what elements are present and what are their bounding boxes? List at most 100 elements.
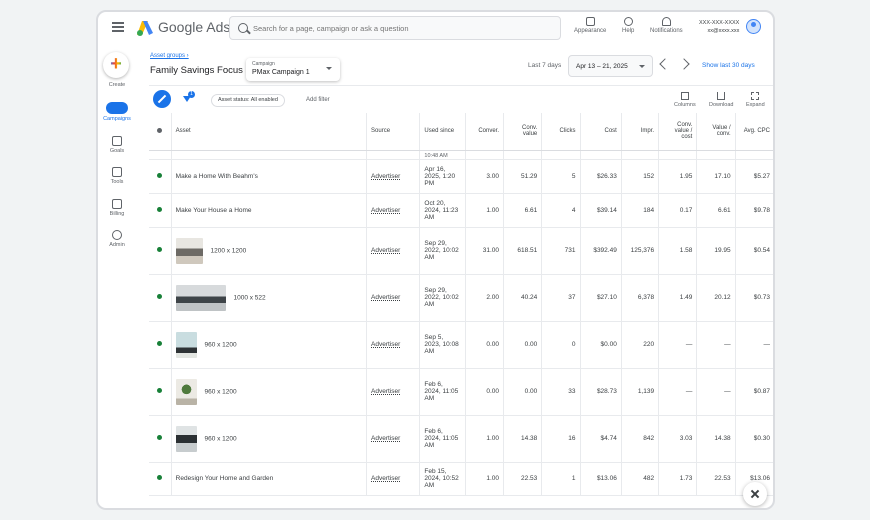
avg-cpc-cell: $9.78	[735, 193, 773, 228]
create-button[interactable]: +	[103, 52, 129, 78]
impr-cell: 1,139	[621, 368, 660, 416]
column-header-asset[interactable]: Asset	[171, 113, 368, 151]
asset-status-chip[interactable]: Asset status: All enabled	[211, 94, 285, 107]
source-cell[interactable]: Advertiser	[366, 368, 421, 416]
edit-button[interactable]	[153, 90, 171, 108]
value-conv-cell: 14.38	[696, 415, 736, 463]
table-row[interactable]: 960 x 1200 Advertiser Feb 6, 2024, 11:05…	[149, 415, 773, 463]
plus-icon: +	[110, 53, 122, 75]
source-cell[interactable]: Advertiser	[366, 159, 421, 194]
nav-item-tools[interactable]: Tools	[98, 167, 136, 185]
columns-label: Columns	[674, 102, 696, 108]
asset-cell: 960 x 1200	[171, 415, 368, 463]
source-cell[interactable]: Advertiser	[366, 227, 421, 275]
table-row[interactable]: 960 x 1200 Advertiser Feb 6, 2024, 11:05…	[149, 368, 773, 416]
avg-cpc-cell: $0.87	[735, 368, 773, 416]
nav-item-label: Goals	[109, 148, 125, 154]
search-input[interactable]	[253, 23, 553, 33]
column-header-conversions[interactable]: Conver.	[465, 113, 505, 151]
column-header-conv-value-cost[interactable]: Conv. value / cost	[658, 113, 698, 151]
account-info[interactable]: XXX-XXX-XXXX xx@xxxx.xxx	[699, 19, 739, 35]
campaign-selector[interactable]: Campaign PMax Campaign 1	[246, 58, 340, 81]
nav-item-campaigns[interactable]: Campaigns	[98, 102, 136, 122]
menu-icon[interactable]	[112, 22, 124, 32]
table-row[interactable]: Make Your House a Home Advertiser Oct 20…	[149, 193, 773, 228]
conv-value-cost-cell: 1.95	[658, 159, 698, 194]
impr-cell: 184	[621, 193, 660, 228]
tools-fab-button[interactable]	[743, 482, 767, 506]
used-since-cell: Oct 20, 2024, 11:23 AM	[419, 193, 466, 228]
next-period-icon[interactable]	[678, 58, 690, 70]
clicks-cell: 0	[541, 321, 581, 369]
used-since-cell: Sep 29, 2022, 10:02 AM	[419, 227, 466, 275]
nav-item-goals[interactable]: Goals	[98, 136, 136, 154]
source-cell[interactable]: Advertiser	[366, 193, 421, 228]
column-header-conv-value[interactable]: Conv. value	[503, 113, 543, 151]
campaign-selector-label: Campaign	[252, 61, 275, 67]
used-since-cell: Sep 5, 2023, 10:08 AM	[419, 321, 466, 369]
cost-cell: $4.74	[580, 415, 622, 463]
status-enabled-dot	[157, 247, 163, 252]
clicks-cell: 1	[541, 462, 581, 496]
table-row[interactable]: 1200 x 1200 Advertiser Sep 29, 2022, 10:…	[149, 227, 773, 275]
add-filter-button[interactable]: Add filter	[306, 97, 330, 103]
source-cell[interactable]: Advertiser	[366, 321, 421, 369]
status-enabled-dot	[157, 475, 163, 480]
conversions-cell: 31.00	[465, 227, 505, 275]
show-last-30-days-link[interactable]: Show last 30 days	[702, 62, 755, 69]
cost-cell: $39.14	[580, 193, 622, 228]
clicks-cell: 33	[541, 368, 581, 416]
status-column-header[interactable]	[149, 113, 172, 151]
column-header-avg-cpc[interactable]: Avg. CPC	[735, 113, 773, 151]
conv-value-cell: 0.00	[503, 368, 543, 416]
nav-item-label: Admin	[109, 242, 125, 248]
help-button[interactable]: Help	[622, 17, 634, 34]
columns-button[interactable]: Columns	[674, 92, 696, 108]
column-header-used-since[interactable]: Used since	[419, 113, 466, 151]
source-cell[interactable]: Advertiser	[366, 274, 421, 322]
appearance-button[interactable]: Appearance	[574, 17, 606, 34]
avatar[interactable]	[746, 19, 761, 34]
asset-image-thumbnail[interactable]	[175, 378, 197, 405]
conv-value-cost-cell: —	[658, 368, 698, 416]
used-since-cell: 10:48 AM	[419, 150, 466, 160]
asset-image-thumbnail[interactable]	[175, 425, 197, 452]
nav-item-billing[interactable]: Billing	[98, 199, 136, 217]
column-header-impr[interactable]: Impr.	[621, 113, 660, 151]
column-header-value-conv[interactable]: Value / conv.	[696, 113, 736, 151]
source-cell[interactable]: Advertiser	[366, 462, 421, 496]
table-header-row: Asset Source Used since Conver. Conv. va…	[149, 113, 773, 151]
nav-item-admin[interactable]: Admin	[98, 230, 136, 248]
google-ads-logo[interactable]	[136, 20, 154, 36]
asset-image-thumbnail[interactable]	[175, 331, 197, 358]
impr-cell: 6,378	[621, 274, 660, 322]
search-box[interactable]	[229, 16, 561, 40]
table-row[interactable]: 1000 x 522 Advertiser Sep 29, 2022, 10:0…	[149, 274, 773, 322]
notifications-button[interactable]: Notifications	[650, 17, 683, 34]
expand-button[interactable]: Expand	[746, 92, 765, 108]
value-conv-cell: 22.53	[696, 462, 736, 496]
date-range-selector[interactable]: Apr 13 – 21, 2025	[568, 55, 653, 77]
conv-value-cell: 14.38	[503, 415, 543, 463]
previous-period-icon[interactable]	[659, 58, 671, 70]
value-conv-cell: —	[696, 321, 736, 369]
used-since-cell: Sep 29, 2022, 10:02 AM	[419, 274, 466, 322]
asset-image-thumbnail[interactable]	[175, 284, 226, 311]
top-bar: Google Ads Appearance Help Notifications…	[98, 12, 773, 46]
asset-image-thumbnail[interactable]	[175, 237, 203, 264]
table-row[interactable]: Redesign Your Home and Garden Advertiser…	[149, 462, 773, 496]
conv-value-cell: 0.00	[503, 321, 543, 369]
table-row[interactable]: 960 x 1200 Advertiser Sep 5, 2023, 10:08…	[149, 321, 773, 369]
status-dot-icon	[157, 127, 163, 133]
source-cell[interactable]: Advertiser	[366, 415, 421, 463]
column-header-source[interactable]: Source	[366, 113, 421, 151]
cost-cell: $27.10	[580, 274, 622, 322]
asset-cell: Make a Home With Beahm's	[171, 159, 368, 194]
column-header-cost[interactable]: Cost	[580, 113, 622, 151]
table-row[interactable]: Make a Home With Beahm's Advertiser Apr …	[149, 159, 773, 194]
conv-value-cost-cell: 1.58	[658, 227, 698, 275]
column-header-clicks[interactable]: Clicks	[541, 113, 581, 151]
breadcrumb[interactable]: Asset groups ›	[150, 53, 189, 59]
download-button[interactable]: Download	[709, 92, 733, 108]
impr-cell: 482	[621, 462, 660, 496]
